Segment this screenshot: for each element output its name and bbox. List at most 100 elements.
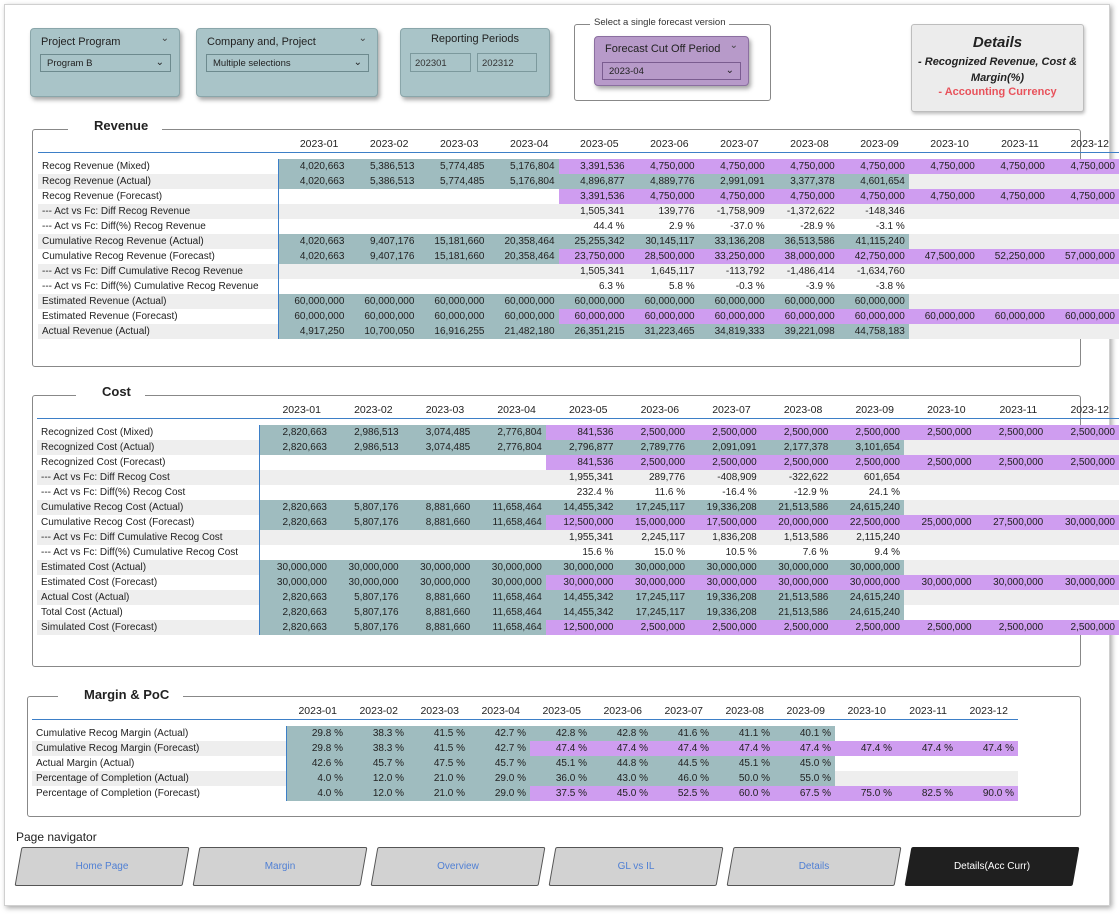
nav-button-details[interactable]: Details bbox=[726, 847, 902, 886]
table-cell bbox=[259, 485, 331, 500]
column-header-2023-02[interactable]: 2023-02 bbox=[330, 402, 403, 419]
table-row[interactable]: Cumulative Recog Revenue (Actual) 4,020,6… bbox=[38, 234, 1119, 249]
column-header-2023-09[interactable]: 2023-09 bbox=[832, 402, 904, 419]
table-row[interactable]: Percentage of Completion (Actual) 4.0 % 12… bbox=[32, 771, 1018, 786]
table-row[interactable]: Actual Cost (Actual) 2,820,663 5,807,176 8,… bbox=[37, 590, 1119, 605]
chevron-down-icon[interactable]: ⌄ bbox=[359, 33, 367, 44]
column-header-2023-10[interactable]: 2023-10 bbox=[903, 402, 976, 419]
column-header-2023-03[interactable]: 2023-03 bbox=[418, 136, 489, 153]
table-row[interactable]: Estimated Revenue (Actual) 60,000,000 60,0… bbox=[38, 294, 1119, 309]
table-row[interactable]: Cumulative Recog Margin (Actual) 29.8 % 38… bbox=[32, 726, 1018, 741]
table-row[interactable]: --- Act vs Fc: Diff(%) Recog Revenue 44.4… bbox=[38, 219, 1119, 234]
company-project-slicer[interactable]: Company and, Project ⌄ Multiple selectio… bbox=[196, 28, 378, 97]
nav-button-home-page[interactable]: Home Page bbox=[14, 847, 190, 886]
table-row[interactable]: Cumulative Recog Cost (Actual) 2,820,663 5… bbox=[37, 500, 1119, 515]
table-row[interactable]: Cumulative Recog Cost (Forecast) 2,820,66… bbox=[37, 515, 1119, 530]
table-cell: 42.8 % bbox=[591, 726, 652, 741]
column-header-2023-12[interactable]: 2023-12 bbox=[1047, 402, 1119, 419]
table-row[interactable]: --- Act vs Fc: Diff(%) Recog Cost 232.4 %… bbox=[37, 485, 1119, 500]
column-header-2023-04[interactable]: 2023-04 bbox=[469, 703, 530, 720]
forecast-cutoff-dropdown[interactable]: 2023-04 ⌄ bbox=[602, 62, 741, 80]
column-header-2023-06[interactable]: 2023-06 bbox=[617, 402, 690, 419]
nav-button-overview[interactable]: Overview bbox=[370, 847, 546, 886]
column-header-2023-08[interactable]: 2023-08 bbox=[768, 136, 839, 153]
table-row[interactable]: --- Act vs Fc: Diff Recog Revenue 1,505,3… bbox=[38, 204, 1119, 219]
table-row[interactable]: Actual Revenue (Actual) 4,917,250 10,700,0… bbox=[38, 324, 1119, 339]
column-header-2023-03[interactable]: 2023-03 bbox=[408, 703, 469, 720]
table-cell: 2,500,000 bbox=[617, 425, 690, 440]
table-row[interactable]: Estimated Revenue (Forecast) 60,000,000 60… bbox=[38, 309, 1119, 324]
column-header-2023-12[interactable]: 2023-12 bbox=[1048, 136, 1119, 153]
column-header-2023-11[interactable]: 2023-11 bbox=[896, 703, 957, 720]
column-header-2023-10[interactable]: 2023-10 bbox=[835, 703, 896, 720]
column-header-2023-04[interactable]: 2023-04 bbox=[474, 402, 546, 419]
column-header-2023-08[interactable]: 2023-08 bbox=[760, 402, 833, 419]
period-to-input[interactable]: 202312 bbox=[477, 53, 537, 72]
table-row[interactable]: Recog Revenue (Forecast) 3,391,536 4,750,0… bbox=[38, 189, 1119, 204]
column-header-2023-07[interactable]: 2023-07 bbox=[698, 136, 769, 153]
table-row[interactable]: Recog Revenue (Mixed) 4,020,663 5,386,513 5… bbox=[38, 159, 1119, 174]
row-label: Estimated Cost (Forecast) bbox=[37, 575, 260, 590]
table-cell: -408,909 bbox=[689, 470, 761, 485]
forecast-cutoff-slicer[interactable]: Forecast Cut Off Period ⌄ 2023-04 ⌄ bbox=[594, 36, 749, 86]
column-header-2023-01[interactable]: 2023-01 bbox=[286, 703, 347, 720]
column-header-2023-12[interactable]: 2023-12 bbox=[957, 703, 1018, 720]
table-cell: 60,000,000 bbox=[628, 294, 699, 309]
column-header-2023-07[interactable]: 2023-07 bbox=[652, 703, 713, 720]
table-row[interactable]: Actual Margin (Actual) 42.6 % 45.7 % 47.5 %… bbox=[32, 756, 1018, 771]
column-header-2023-07[interactable]: 2023-07 bbox=[689, 402, 761, 419]
column-header-2023-09[interactable]: 2023-09 bbox=[774, 703, 835, 720]
table-row[interactable]: --- Act vs Fc: Diff Cumulative Recog Rev… bbox=[38, 264, 1119, 279]
chevron-down-icon[interactable]: ⌄ bbox=[161, 33, 169, 44]
table-row[interactable]: --- Act vs Fc: Diff Recog Cost 1,955,341 2… bbox=[37, 470, 1119, 485]
column-header-2023-03[interactable]: 2023-03 bbox=[402, 402, 475, 419]
column-header-2023-05[interactable]: 2023-05 bbox=[558, 136, 629, 153]
reporting-periods-slicer[interactable]: Reporting Periods 202301 202312 bbox=[400, 28, 550, 97]
column-header-2023-01[interactable]: 2023-01 bbox=[259, 402, 331, 419]
table-row[interactable]: Percentage of Completion (Forecast) 4.0 %… bbox=[32, 786, 1018, 801]
table-row[interactable]: --- Act vs Fc: Diff(%) Cumulative Recog … bbox=[37, 545, 1119, 560]
company-project-dropdown[interactable]: Multiple selections ⌄ bbox=[206, 54, 369, 72]
nav-button-margin[interactable]: Margin bbox=[192, 847, 368, 886]
table-row[interactable]: Cumulative Recog Revenue (Forecast) 4,020… bbox=[38, 249, 1119, 264]
table-row[interactable]: --- Act vs Fc: Diff(%) Cumulative Recog … bbox=[38, 279, 1119, 294]
period-from-input[interactable]: 202301 bbox=[410, 53, 471, 72]
table-cell: 2,500,000 bbox=[689, 425, 761, 440]
column-header-2023-02[interactable]: 2023-02 bbox=[347, 703, 408, 720]
column-header-2023-05[interactable]: 2023-05 bbox=[545, 402, 618, 419]
column-header-2023-04[interactable]: 2023-04 bbox=[488, 136, 559, 153]
column-header-2023-11[interactable]: 2023-11 bbox=[978, 136, 1049, 153]
chevron-down-icon[interactable]: ⌄ bbox=[730, 40, 738, 51]
table-row[interactable]: Recognized Cost (Forecast) 841,536 2,500,0… bbox=[37, 455, 1119, 470]
table-cell: 2,500,000 bbox=[617, 620, 690, 635]
table-cell: 24,615,240 bbox=[832, 605, 904, 620]
table-row[interactable]: --- Act vs Fc: Diff Cumulative Recog Cos… bbox=[37, 530, 1119, 545]
project-program-slicer[interactable]: Project Program ⌄ Program B ⌄ bbox=[30, 28, 180, 97]
table-row[interactable]: Estimated Cost (Forecast) 30,000,000 30,00… bbox=[37, 575, 1119, 590]
table-cell: 2,820,663 bbox=[259, 515, 331, 530]
table-row[interactable]: Cumulative Recog Margin (Forecast) 29.8 %… bbox=[32, 741, 1018, 756]
column-header-2023-06[interactable]: 2023-06 bbox=[591, 703, 652, 720]
column-header-2023-02[interactable]: 2023-02 bbox=[348, 136, 419, 153]
table-cell: -1,486,414 bbox=[768, 264, 839, 279]
nav-button-gl-vs-il[interactable]: GL vs IL bbox=[548, 847, 724, 886]
table-row[interactable]: Recognized Cost (Mixed) 2,820,663 2,986,51… bbox=[37, 425, 1119, 440]
table-cell: -3.9 % bbox=[768, 279, 839, 294]
table-row[interactable]: Estimated Cost (Actual) 30,000,000 30,000,… bbox=[37, 560, 1119, 575]
table-row[interactable]: Recog Revenue (Actual) 4,020,663 5,386,513… bbox=[38, 174, 1119, 189]
column-header-2023-05[interactable]: 2023-05 bbox=[530, 703, 591, 720]
column-header-2023-11[interactable]: 2023-11 bbox=[975, 402, 1048, 419]
table-row[interactable]: Simulated Cost (Forecast) 2,820,663 5,807,… bbox=[37, 620, 1119, 635]
table-row[interactable]: Total Cost (Actual) 2,820,663 5,807,176 8,8… bbox=[37, 605, 1119, 620]
column-header-2023-01[interactable]: 2023-01 bbox=[278, 136, 349, 153]
column-header-2023-08[interactable]: 2023-08 bbox=[713, 703, 774, 720]
column-header-2023-09[interactable]: 2023-09 bbox=[838, 136, 909, 153]
nav-button-details-acc-curr[interactable]: Details(Acc Curr) bbox=[904, 847, 1080, 886]
column-header-2023-06[interactable]: 2023-06 bbox=[628, 136, 699, 153]
table-cell bbox=[975, 560, 1048, 575]
column-header-2023-10[interactable]: 2023-10 bbox=[908, 136, 979, 153]
project-program-dropdown[interactable]: Program B ⌄ bbox=[40, 54, 171, 72]
table-cell bbox=[278, 204, 349, 219]
table-cell: 30,000,000 bbox=[1047, 515, 1119, 530]
table-row[interactable]: Recognized Cost (Actual) 2,820,663 2,986,5… bbox=[37, 440, 1119, 455]
